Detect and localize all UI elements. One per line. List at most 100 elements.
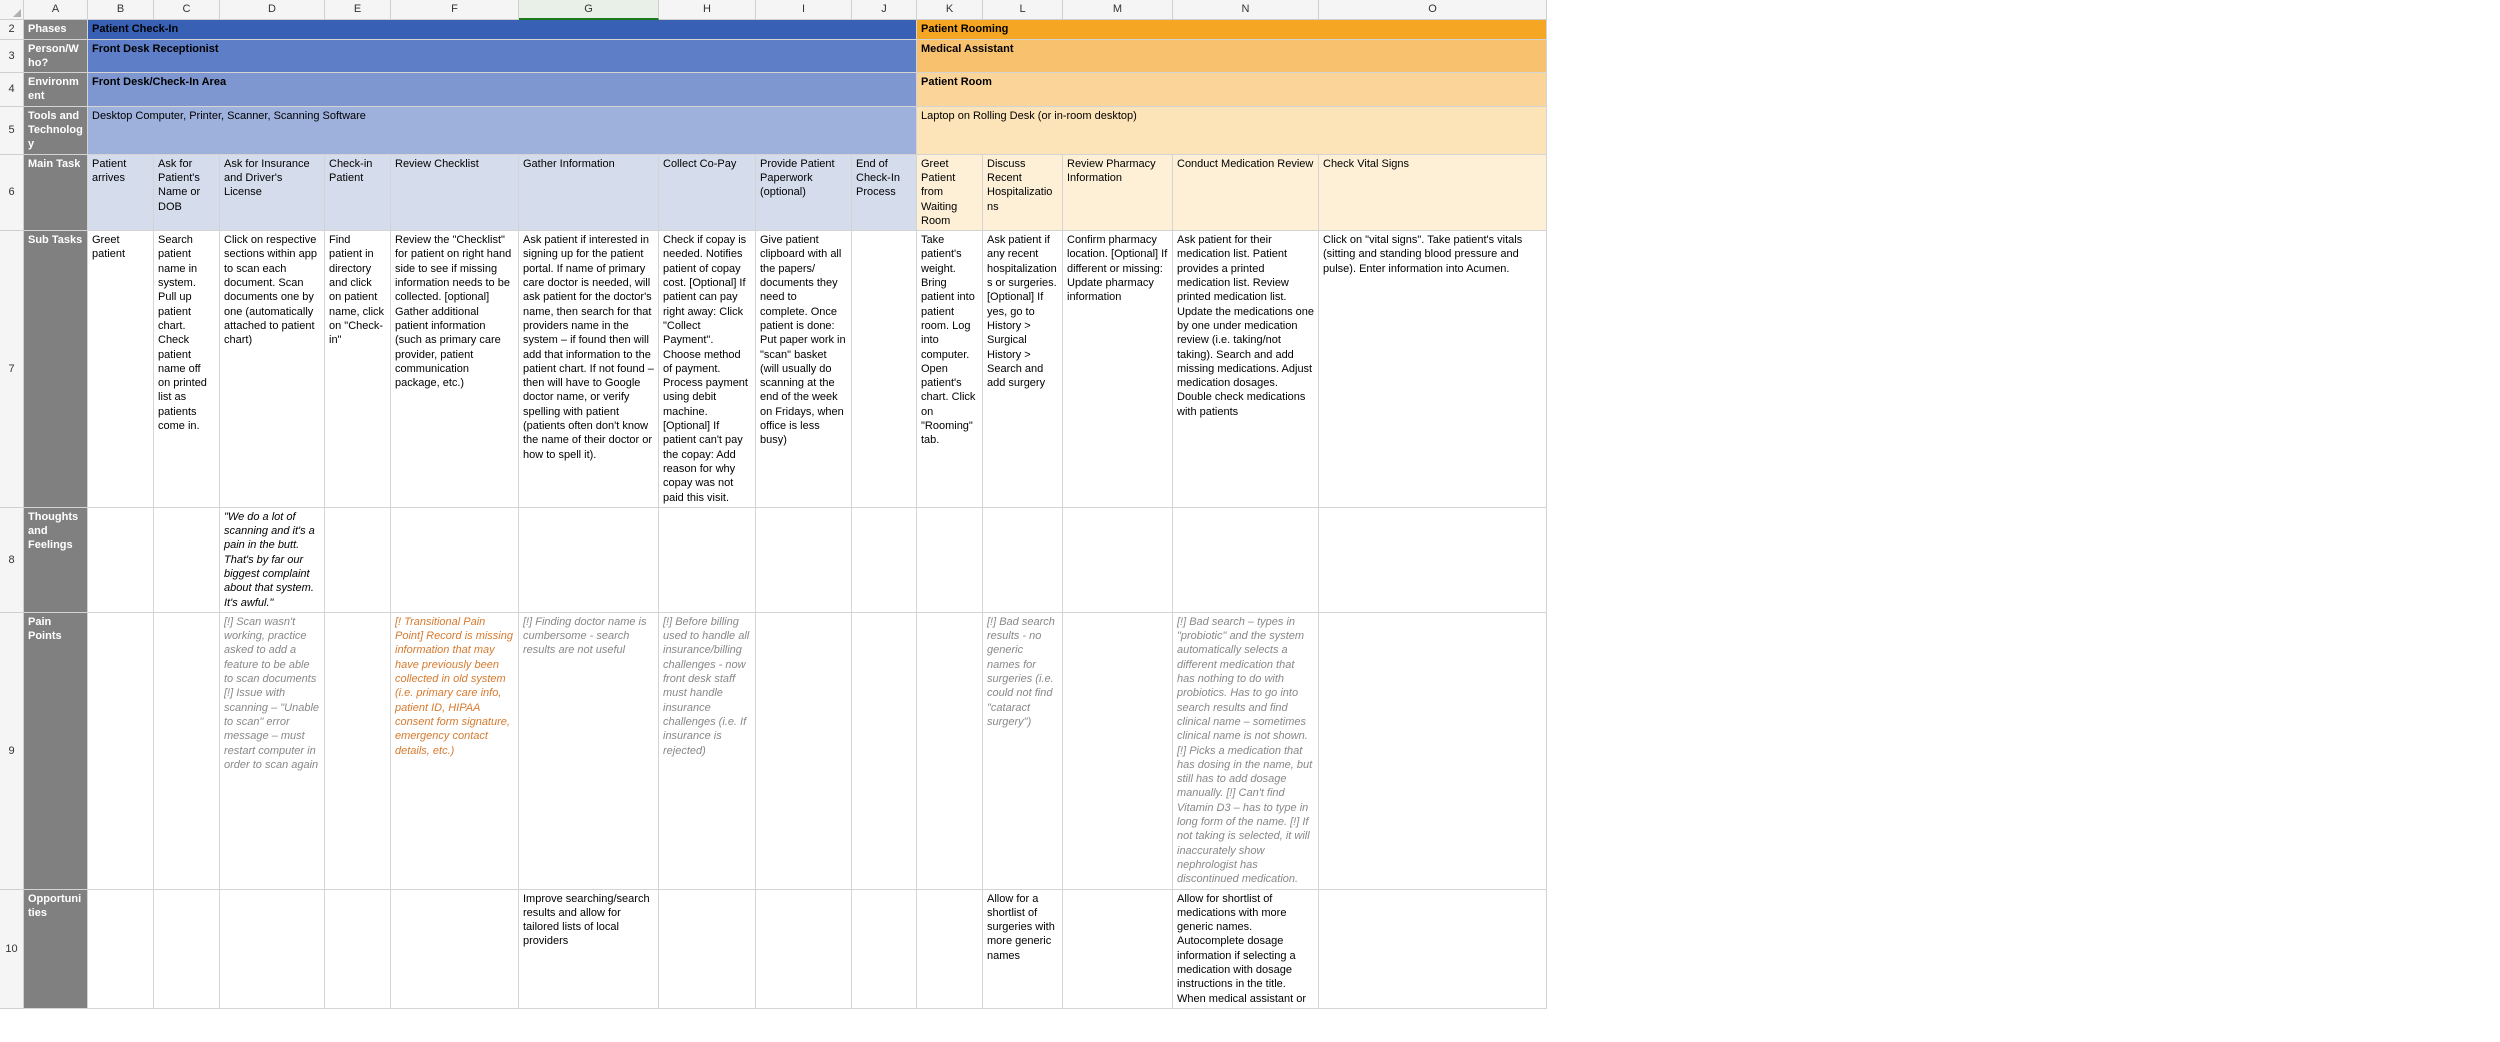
maintask-N[interactable]: Conduct Medication Review xyxy=(1173,155,1319,231)
pain-E[interactable] xyxy=(325,613,391,890)
col-header-M[interactable]: M xyxy=(1063,0,1173,20)
pain-I[interactable] xyxy=(756,613,852,890)
select-all-corner[interactable] xyxy=(0,0,24,20)
thoughts-H[interactable] xyxy=(659,508,756,613)
row-header-8[interactable]: 8 xyxy=(0,508,24,613)
maintask-E[interactable]: Check-in Patient xyxy=(325,155,391,231)
opp-H[interactable] xyxy=(659,890,756,1009)
maintask-B[interactable]: Patient arrives xyxy=(88,155,154,231)
opp-B[interactable] xyxy=(88,890,154,1009)
subtask-F[interactable]: Review the "Checklist" for patient on ri… xyxy=(391,231,519,508)
col-header-F[interactable]: F xyxy=(391,0,519,20)
thoughts-O[interactable] xyxy=(1319,508,1547,613)
col-header-H[interactable]: H xyxy=(659,0,756,20)
col-header-C[interactable]: C xyxy=(154,0,220,20)
subtask-C[interactable]: Search patient name in system. Pull up p… xyxy=(154,231,220,508)
opp-M[interactable] xyxy=(1063,890,1173,1009)
pain-J[interactable] xyxy=(852,613,917,890)
thoughts-F[interactable] xyxy=(391,508,519,613)
subtask-N[interactable]: Ask patient for their medication list. P… xyxy=(1173,231,1319,508)
col-header-L[interactable]: L xyxy=(983,0,1063,20)
subtask-G[interactable]: Ask patient if interested in signing up … xyxy=(519,231,659,508)
pain-F[interactable]: [! Transitional Pain Point] Record is mi… xyxy=(391,613,519,890)
opp-J[interactable] xyxy=(852,890,917,1009)
opp-D[interactable] xyxy=(220,890,325,1009)
phase-checkin[interactable]: Patient Check-In xyxy=(88,20,917,39)
subtask-L[interactable]: Ask patient if any recent hospitalizatio… xyxy=(983,231,1063,508)
person-rooming[interactable]: Medical Assistant xyxy=(917,40,1547,74)
pain-H[interactable]: [!] Before billing used to handle all in… xyxy=(659,613,756,890)
row-header-9[interactable]: 9 xyxy=(0,613,24,890)
col-header-K[interactable]: K xyxy=(917,0,983,20)
pain-O[interactable] xyxy=(1319,613,1547,890)
subtask-J[interactable] xyxy=(852,231,917,508)
col-header-G[interactable]: G xyxy=(519,0,659,20)
thoughts-C[interactable] xyxy=(154,508,220,613)
phase-rooming[interactable]: Patient Rooming xyxy=(917,20,1547,39)
thoughts-L[interactable] xyxy=(983,508,1063,613)
maintask-H[interactable]: Collect Co-Pay xyxy=(659,155,756,231)
subtask-E[interactable]: Find patient in directory and click on p… xyxy=(325,231,391,508)
opp-F[interactable] xyxy=(391,890,519,1009)
col-header-D[interactable]: D xyxy=(220,0,325,20)
maintask-D[interactable]: Ask for Insurance and Driver's License xyxy=(220,155,325,231)
thoughts-B[interactable] xyxy=(88,508,154,613)
tools-rooming[interactable]: Laptop on Rolling Desk (or in-room deskt… xyxy=(917,107,1547,155)
spreadsheet-grid[interactable]: A B C D E F G H I J K L M N O 2 Phases P… xyxy=(0,0,2500,1009)
pain-K[interactable] xyxy=(917,613,983,890)
tools-checkin[interactable]: Desktop Computer, Printer, Scanner, Scan… xyxy=(88,107,917,155)
opp-E[interactable] xyxy=(325,890,391,1009)
pain-N[interactable]: [!] Bad search – types in "probiotic" an… xyxy=(1173,613,1319,890)
pain-C[interactable] xyxy=(154,613,220,890)
maintask-F[interactable]: Review Checklist xyxy=(391,155,519,231)
thoughts-K[interactable] xyxy=(917,508,983,613)
thoughts-M[interactable] xyxy=(1063,508,1173,613)
row-header-10[interactable]: 10 xyxy=(0,890,24,1009)
maintask-G[interactable]: Gather Information xyxy=(519,155,659,231)
maintask-J[interactable]: End of Check-In Process xyxy=(852,155,917,231)
thoughts-I[interactable] xyxy=(756,508,852,613)
environment-checkin[interactable]: Front Desk/Check-In Area xyxy=(88,73,917,107)
pain-L[interactable]: [!] Bad search results - no generic name… xyxy=(983,613,1063,890)
maintask-C[interactable]: Ask for Patient's Name or DOB xyxy=(154,155,220,231)
maintask-O[interactable]: Check Vital Signs xyxy=(1319,155,1547,231)
row-header-4[interactable]: 4 xyxy=(0,73,24,107)
row-header-5[interactable]: 5 xyxy=(0,107,24,155)
thoughts-J[interactable] xyxy=(852,508,917,613)
col-header-A[interactable]: A xyxy=(24,0,88,20)
col-header-J[interactable]: J xyxy=(852,0,917,20)
environment-rooming[interactable]: Patient Room xyxy=(917,73,1547,107)
row-header-3[interactable]: 3 xyxy=(0,40,24,74)
subtask-B[interactable]: Greet patient xyxy=(88,231,154,508)
maintask-K[interactable]: Greet Patient from Waiting Room xyxy=(917,155,983,231)
maintask-L[interactable]: Discuss Recent Hospitalizations xyxy=(983,155,1063,231)
pain-M[interactable] xyxy=(1063,613,1173,890)
thoughts-E[interactable] xyxy=(325,508,391,613)
subtask-O[interactable]: Click on "vital signs". Take patient's v… xyxy=(1319,231,1547,508)
col-header-B[interactable]: B xyxy=(88,0,154,20)
col-header-N[interactable]: N xyxy=(1173,0,1319,20)
thoughts-D[interactable]: "We do a lot of scanning and it's a pain… xyxy=(220,508,325,613)
pain-B[interactable] xyxy=(88,613,154,890)
subtask-K[interactable]: Take patient's weight. Bring patient int… xyxy=(917,231,983,508)
opp-G[interactable]: Improve searching/search results and all… xyxy=(519,890,659,1009)
thoughts-G[interactable] xyxy=(519,508,659,613)
pain-D[interactable]: [!] Scan wasn't working, practice asked … xyxy=(220,613,325,890)
row-header-6[interactable]: 6 xyxy=(0,155,24,231)
subtask-D[interactable]: Click on respective sections within app … xyxy=(220,231,325,508)
thoughts-N[interactable] xyxy=(1173,508,1319,613)
row-header-7[interactable]: 7 xyxy=(0,231,24,508)
col-header-E[interactable]: E xyxy=(325,0,391,20)
opp-C[interactable] xyxy=(154,890,220,1009)
opp-L[interactable]: Allow for a shortlist of surgeries with … xyxy=(983,890,1063,1009)
opp-N[interactable]: Allow for shortlist of medications with … xyxy=(1173,890,1319,1009)
subtask-H[interactable]: Check if copay is needed. Notifies patie… xyxy=(659,231,756,508)
col-header-O[interactable]: O xyxy=(1319,0,1547,20)
maintask-M[interactable]: Review Pharmacy Information xyxy=(1063,155,1173,231)
opp-O[interactable] xyxy=(1319,890,1547,1009)
pain-G[interactable]: [!] Finding doctor name is cumbersome - … xyxy=(519,613,659,890)
col-header-I[interactable]: I xyxy=(756,0,852,20)
subtask-I[interactable]: Give patient clipboard with all the pape… xyxy=(756,231,852,508)
person-checkin[interactable]: Front Desk Receptionist xyxy=(88,40,917,74)
subtask-M[interactable]: Confirm pharmacy location. [Optional] If… xyxy=(1063,231,1173,508)
